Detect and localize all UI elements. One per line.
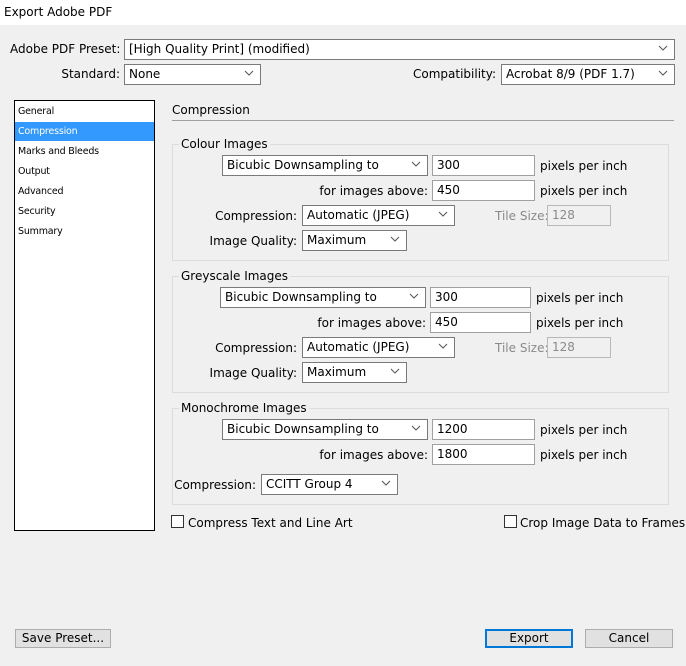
compatibility-value: Acrobat 8/9 (PDF 1.7) (506, 67, 635, 81)
colour-sampling-value: Bicubic Downsampling to (227, 158, 379, 172)
sidebar-item-advanced[interactable]: Advanced (15, 182, 154, 201)
window-title: Export Adobe PDF (4, 5, 113, 19)
section-divider (172, 120, 674, 121)
grey-tile-label: Tile Size: (495, 341, 549, 355)
chevron-down-icon (409, 293, 419, 299)
export-button[interactable]: Export (485, 629, 573, 648)
preset-label: Adobe PDF Preset: (10, 42, 121, 56)
cancel-button[interactable]: Cancel (585, 629, 673, 648)
mono-sampling-value: Bicubic Downsampling to (227, 422, 379, 436)
colour-quality-value: Maximum (307, 233, 367, 247)
mono-compression-value: CCITT Group 4 (266, 477, 353, 491)
chevron-down-icon (411, 425, 421, 431)
grey-sampling-select[interactable]: Bicubic Downsampling to (220, 287, 426, 308)
grey-ppi-input[interactable]: 300 (430, 287, 531, 308)
chevron-down-icon (658, 45, 668, 51)
mono-compression-label: Compression: (174, 478, 256, 492)
compatibility-select[interactable]: Acrobat 8/9 (PDF 1.7) (501, 64, 675, 85)
greyscale-images-title: Greyscale Images (179, 269, 291, 283)
crop-image-label[interactable]: Crop Image Data to Frames (520, 516, 685, 530)
sidebar-item-output[interactable]: Output (15, 162, 154, 181)
grey-ppi-unit: pixels per inch (536, 291, 624, 305)
save-preset-button[interactable]: Save Preset... (15, 629, 111, 648)
compress-text-label[interactable]: Compress Text and Line Art (188, 516, 353, 530)
mono-sampling-select[interactable]: Bicubic Downsampling to (222, 419, 428, 440)
colour-above-unit: pixels per inch (540, 184, 628, 198)
mono-above-label: for images above: (319, 448, 428, 462)
standard-label: Standard: (61, 67, 120, 81)
colour-ppi-unit: pixels per inch (540, 159, 628, 173)
grey-sampling-value: Bicubic Downsampling to (225, 290, 377, 304)
mono-above-unit: pixels per inch (540, 448, 628, 462)
mono-above-input[interactable]: 1800 (432, 444, 535, 465)
colour-compression-value: Automatic (JPEG) (307, 208, 410, 222)
monochrome-images-title: Monochrome Images (179, 401, 309, 415)
preset-select[interactable]: [High Quality Print] (modified) (124, 39, 675, 60)
grey-compression-label: Compression: (215, 341, 297, 355)
grey-above-label: for images above: (317, 316, 426, 330)
chevron-down-icon (390, 368, 400, 374)
grey-quality-label: Image Quality: (209, 366, 297, 380)
colour-quality-select[interactable]: Maximum (302, 230, 407, 251)
mono-ppi-unit: pixels per inch (540, 423, 628, 437)
section-title: Compression (172, 103, 250, 117)
sidebar: General Compression Marks and Bleeds Out… (14, 100, 155, 531)
grey-above-input[interactable]: 450 (430, 312, 531, 333)
crop-image-checkbox[interactable] (504, 515, 517, 528)
standard-select[interactable]: None (124, 64, 261, 85)
chevron-down-icon (244, 70, 254, 76)
grey-compression-select[interactable]: Automatic (JPEG) (302, 337, 455, 358)
window-title-bar: Export Adobe PDF (0, 0, 686, 25)
colour-tile-label: Tile Size: (495, 209, 549, 223)
standard-value: None (129, 67, 161, 81)
chevron-down-icon (438, 211, 448, 217)
colour-above-label: for images above: (319, 184, 428, 198)
grey-tile-input: 128 (547, 337, 611, 358)
sidebar-item-general[interactable]: General (15, 102, 154, 121)
sidebar-item-summary[interactable]: Summary (15, 222, 154, 241)
chevron-down-icon (658, 70, 668, 76)
compress-text-checkbox[interactable] (171, 515, 184, 528)
colour-tile-input: 128 (547, 205, 611, 226)
preset-value: [High Quality Print] (modified) (129, 42, 310, 56)
chevron-down-icon (381, 480, 391, 486)
sidebar-item-marks-and-bleeds[interactable]: Marks and Bleeds (15, 142, 154, 161)
colour-ppi-input[interactable]: 300 (432, 155, 535, 176)
colour-images-title: Colour Images (179, 137, 270, 151)
sidebar-item-security[interactable]: Security (15, 202, 154, 221)
colour-compression-select[interactable]: Automatic (JPEG) (302, 205, 455, 226)
colour-above-input[interactable]: 450 (432, 180, 535, 201)
colour-compression-label: Compression: (215, 209, 297, 223)
colour-quality-label: Image Quality: (209, 234, 297, 248)
colour-sampling-select[interactable]: Bicubic Downsampling to (222, 155, 428, 176)
grey-quality-select[interactable]: Maximum (302, 362, 407, 383)
mono-compression-select[interactable]: CCITT Group 4 (261, 474, 398, 495)
grey-above-unit: pixels per inch (536, 316, 624, 330)
grey-compression-value: Automatic (JPEG) (307, 340, 410, 354)
chevron-down-icon (438, 343, 448, 349)
compatibility-label: Compatibility: (412, 67, 496, 81)
chevron-down-icon (390, 236, 400, 242)
chevron-down-icon (411, 161, 421, 167)
sidebar-item-compression[interactable]: Compression (15, 122, 154, 141)
grey-quality-value: Maximum (307, 365, 367, 379)
mono-ppi-input[interactable]: 1200 (432, 419, 535, 440)
